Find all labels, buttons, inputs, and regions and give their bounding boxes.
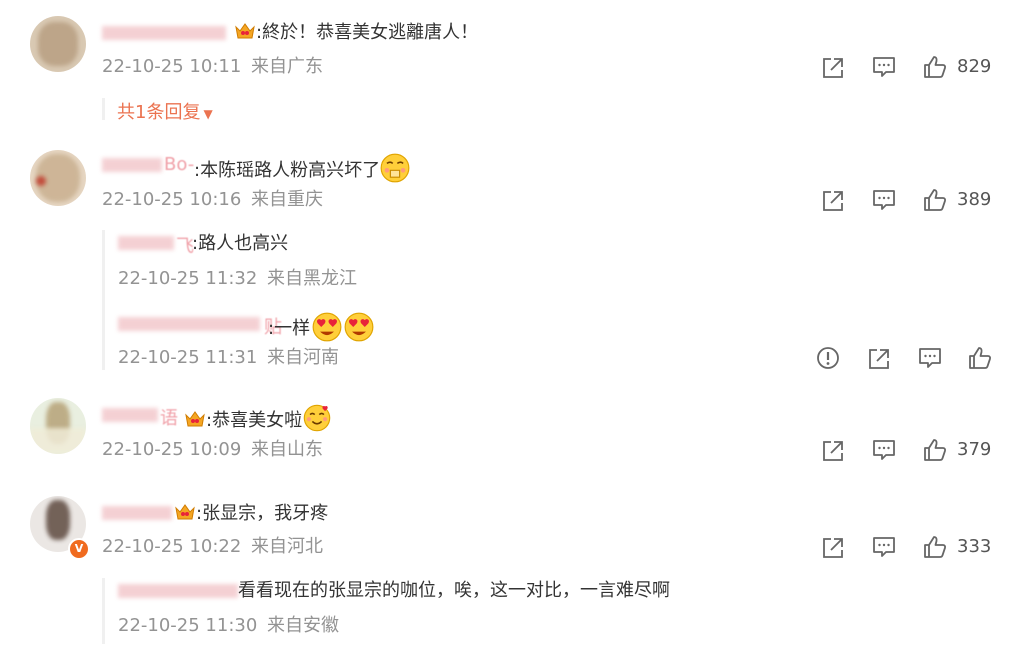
- reply-text: 看看现在的张显宗的咖位，唉，这一对比，一言难尽啊: [238, 580, 670, 601]
- pixelated-name: [102, 408, 158, 422]
- caret-down-icon: ▼: [203, 107, 213, 121]
- hug-face-emoji-icon: [302, 403, 332, 433]
- comment-icon[interactable]: [871, 437, 897, 463]
- location: 来自黑龙江: [267, 268, 358, 289]
- thumbs-up-icon[interactable]: [922, 534, 948, 560]
- share-icon[interactable]: [820, 55, 846, 81]
- timestamp: 22-10-25 11:32: [118, 268, 258, 289]
- like-count: 389: [957, 189, 992, 210]
- username-redacted[interactable]: [102, 22, 230, 42]
- timestamp: 22-10-25 10:16: [102, 189, 242, 210]
- avatar[interactable]: [30, 398, 86, 454]
- comment-meta: 22-10-25 10:16 来自重庆: [102, 188, 323, 212]
- pixelated-name: [102, 158, 162, 172]
- reply-divider: [102, 98, 105, 120]
- reply-text-row: :一样: [268, 312, 374, 342]
- comment-icon[interactable]: [917, 345, 943, 371]
- comment-icon[interactable]: [871, 534, 897, 560]
- comment-text-row: :张显宗，我牙疼: [174, 501, 328, 526]
- location: 来自河北: [251, 536, 324, 557]
- timestamp: 22-10-25 10:09: [102, 439, 242, 460]
- avatar-detail: [36, 176, 46, 186]
- reply-meta: 22-10-25 11:30 来自安徽: [118, 614, 339, 638]
- shy-face-emoji-icon: [380, 153, 410, 183]
- username-tail: 语: [160, 408, 178, 429]
- timestamp: 22-10-25 11:31: [118, 347, 258, 368]
- reply-meta: 22-10-25 11:32 来自黑龙江: [118, 267, 357, 291]
- reply-meta: 22-10-25 11:31 来自河南: [118, 346, 339, 370]
- avatar-image: [38, 22, 78, 66]
- comment-text: :本陈瑶路人粉高兴坏了: [194, 160, 381, 181]
- avatar-bg: [30, 428, 86, 454]
- comment-text-row: :本陈瑶路人粉高兴坏了: [194, 153, 410, 183]
- location: 来自河南: [267, 347, 340, 368]
- more-replies-link[interactable]: 共1条回复 ▼: [117, 98, 213, 124]
- location: 来自重庆: [251, 189, 324, 210]
- pixelated-name: [102, 26, 226, 40]
- thumbs-up-icon[interactable]: [922, 54, 948, 80]
- location: 来自广东: [251, 56, 324, 77]
- report-icon[interactable]: [815, 345, 841, 371]
- share-icon[interactable]: [866, 346, 892, 372]
- thumbs-up-icon[interactable]: [922, 187, 948, 213]
- thumbs-up-icon[interactable]: [967, 345, 993, 371]
- comment-text: :恭喜美女啦: [206, 410, 303, 431]
- comment-icon[interactable]: [871, 187, 897, 213]
- comment-text-row: :恭喜美女啦: [184, 403, 332, 433]
- username-redacted[interactable]: 语: [102, 404, 182, 429]
- username-redacted[interactable]: 贴: [118, 313, 284, 338]
- verified-badge-icon: V: [68, 538, 90, 560]
- pixelated-name: [118, 236, 174, 250]
- username-redacted[interactable]: 飞: [118, 232, 198, 257]
- like-count: 829: [957, 56, 992, 77]
- pixelated-name: [118, 584, 238, 598]
- reply-divider: [102, 230, 105, 370]
- location: 来自山东: [251, 439, 324, 460]
- timestamp: 22-10-25 11:30: [118, 615, 258, 636]
- location: 来自安徽: [267, 615, 340, 636]
- share-icon[interactable]: [820, 438, 846, 464]
- crown-badge-icon: [234, 20, 256, 42]
- avatar-image: [46, 500, 70, 540]
- comment-meta: 22-10-25 10:22 来自河北: [102, 535, 323, 559]
- heart-eyes-emoji-icon: [312, 312, 342, 342]
- comment-icon[interactable]: [871, 54, 897, 80]
- avatar[interactable]: [30, 150, 86, 206]
- heart-eyes-emoji-icon: [344, 312, 374, 342]
- comment-text: :終於！恭喜美女逃離唐人！: [256, 22, 479, 43]
- reply-text: :一样: [268, 318, 311, 339]
- comment-meta: 22-10-25 10:09 来自山东: [102, 438, 323, 462]
- comment-meta: 22-10-25 10:11 来自广东: [102, 55, 323, 79]
- comment-text-row: :終於！恭喜美女逃離唐人！: [234, 20, 478, 45]
- reply-divider: [102, 578, 105, 644]
- username-redacted[interactable]: [118, 580, 240, 602]
- like-count: 333: [957, 536, 992, 557]
- share-icon[interactable]: [820, 188, 846, 214]
- pixelated-name: [102, 506, 172, 520]
- thumbs-up-icon[interactable]: [922, 437, 948, 463]
- like-count: 379: [957, 439, 992, 460]
- crown-badge-icon: [174, 501, 196, 523]
- crown-badge-icon: [184, 408, 206, 430]
- share-icon[interactable]: [820, 535, 846, 561]
- username-redacted[interactable]: Bo-: [102, 154, 198, 176]
- pixelated-name: [118, 317, 260, 331]
- username-redacted[interactable]: [102, 502, 174, 524]
- timestamp: 22-10-25 10:11: [102, 56, 242, 77]
- reply-text: :路人也高兴: [192, 233, 289, 254]
- comment-text: :张显宗，我牙疼: [196, 503, 329, 524]
- more-replies-label: 共1条回复: [117, 102, 201, 123]
- avatar[interactable]: [30, 16, 86, 72]
- timestamp: 22-10-25 10:22: [102, 536, 242, 557]
- username-tail: Bo-: [164, 154, 195, 175]
